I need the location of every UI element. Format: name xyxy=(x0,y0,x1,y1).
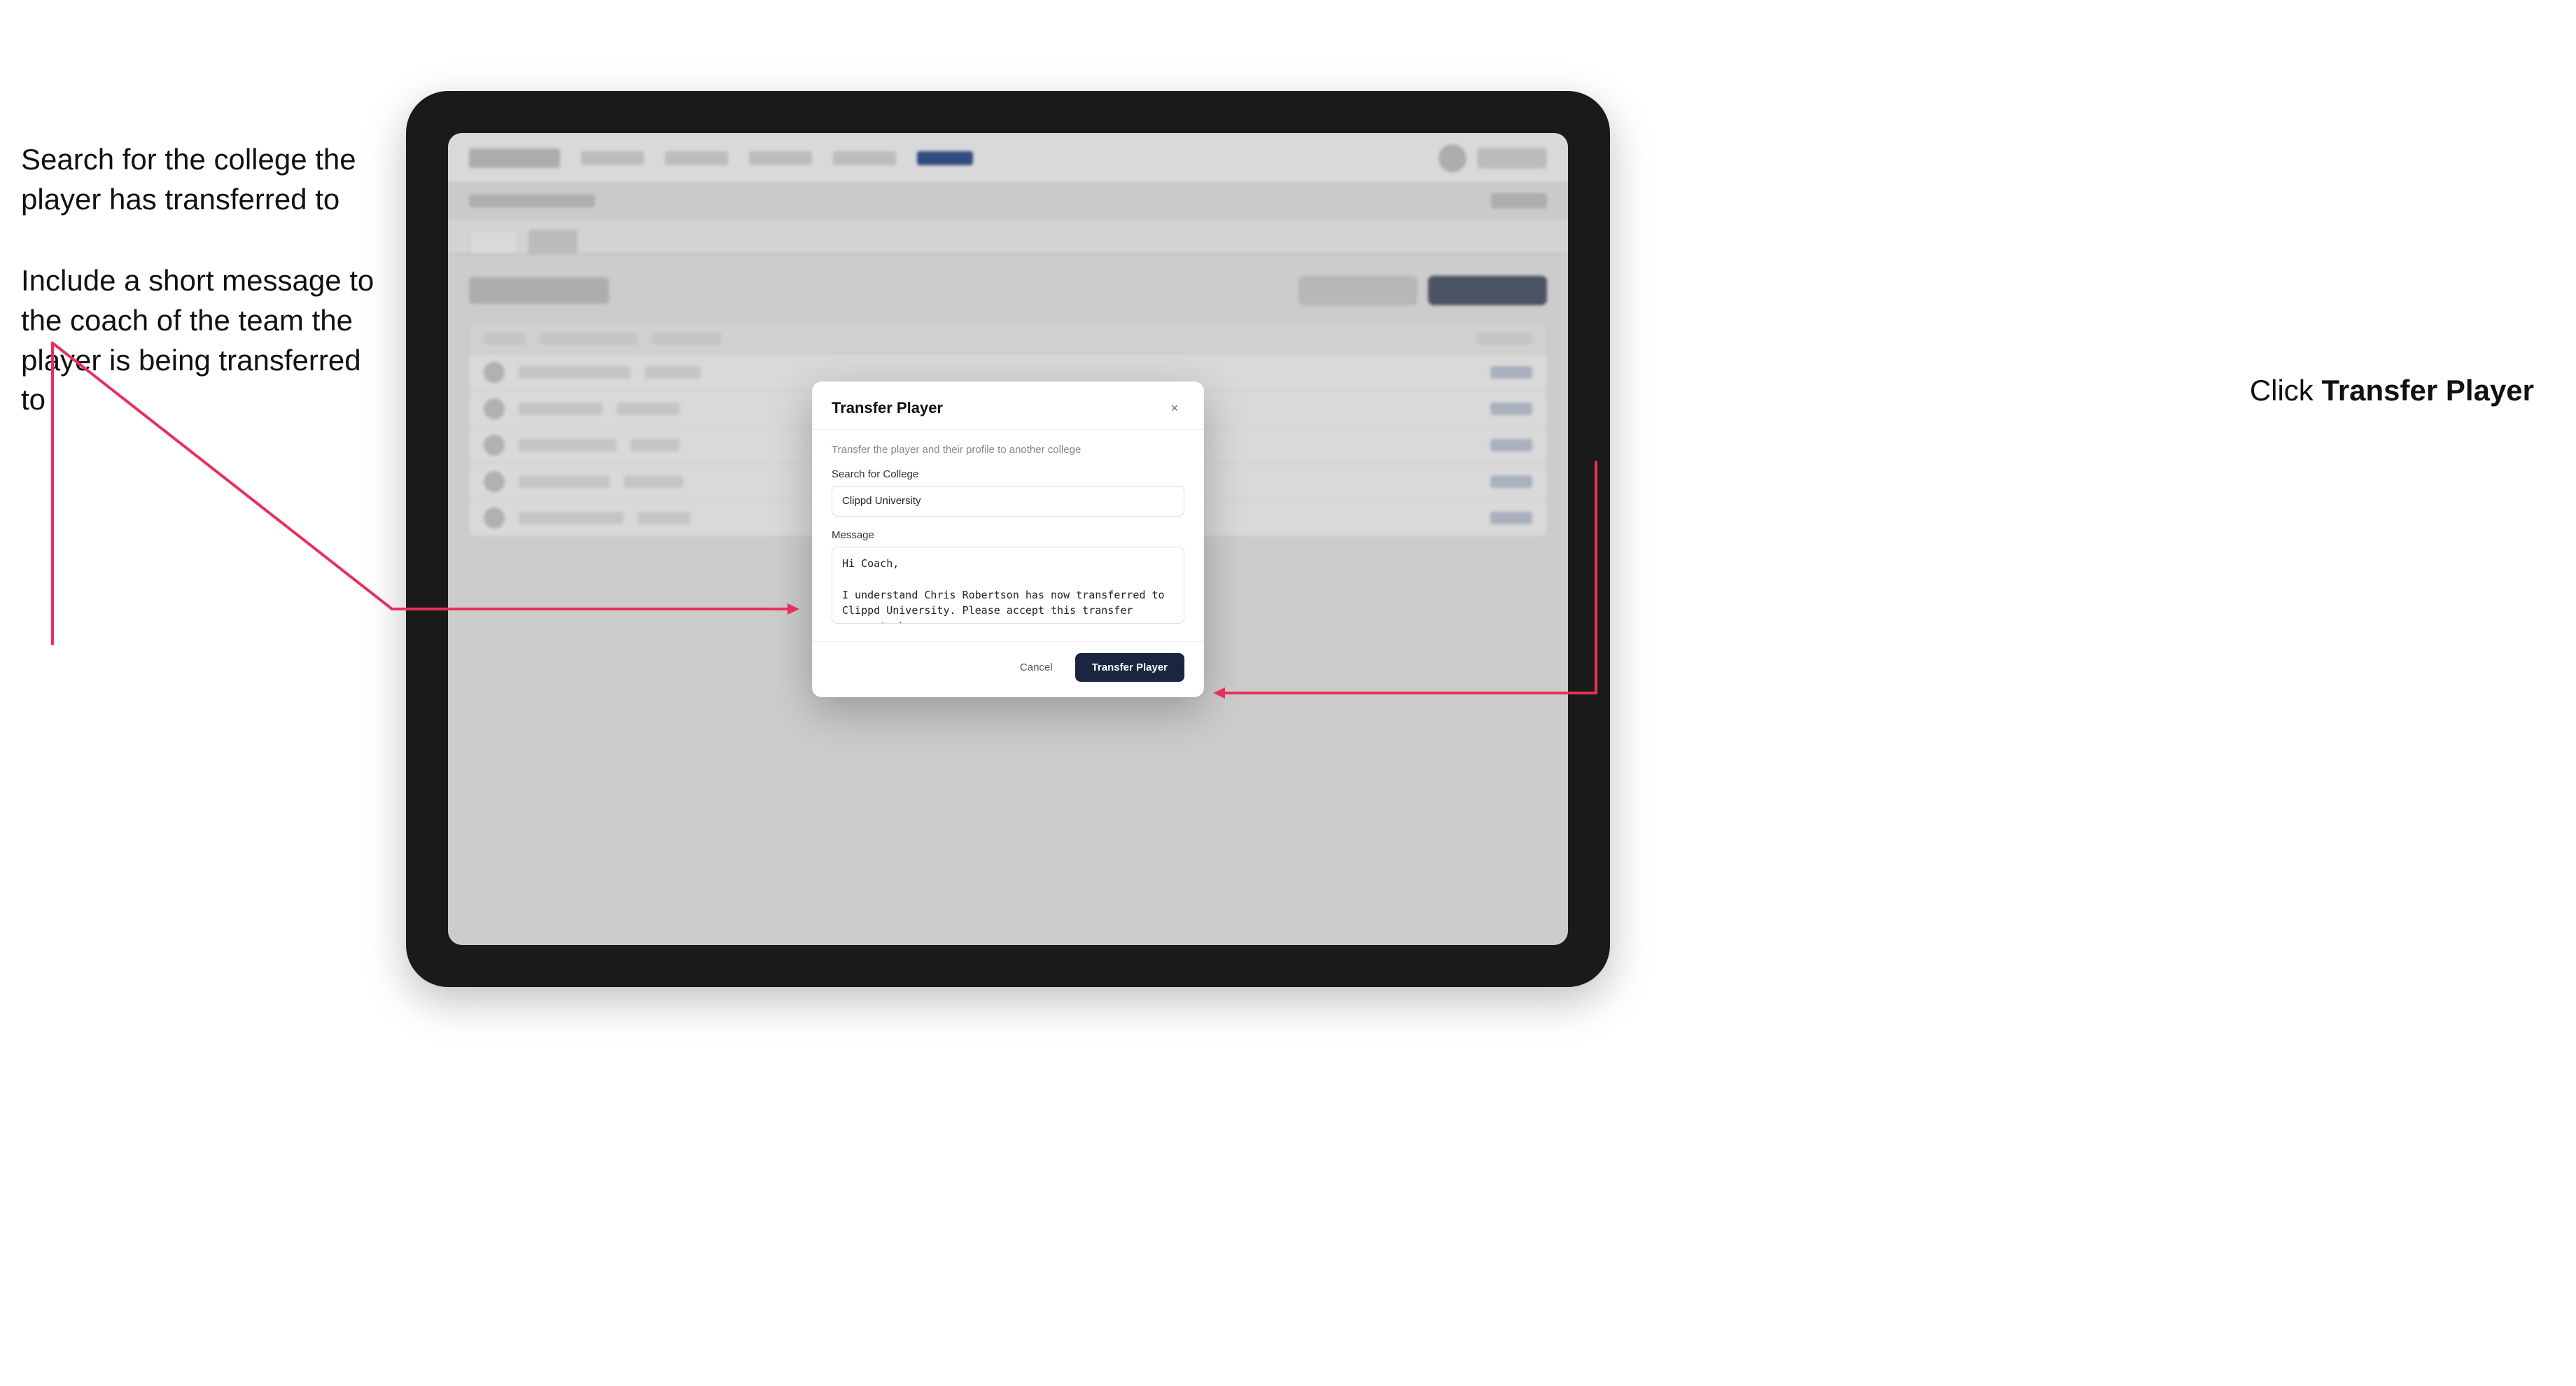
modal-body: Transfer the player and their profile to… xyxy=(812,430,1204,641)
tablet-screen: Transfer Player × Transfer the player an… xyxy=(448,133,1568,945)
message-label: Message xyxy=(832,529,1184,541)
search-college-label: Search for College xyxy=(832,468,1184,480)
tablet-device: Transfer Player × Transfer the player an… xyxy=(406,91,1610,987)
cancel-button[interactable]: Cancel xyxy=(1009,654,1064,680)
transfer-player-modal: Transfer Player × Transfer the player an… xyxy=(812,382,1204,697)
modal-close-button[interactable]: × xyxy=(1165,398,1184,418)
transfer-player-button[interactable]: Transfer Player xyxy=(1075,653,1184,682)
message-textarea[interactable]: Hi Coach, I understand Chris Robertson h… xyxy=(832,547,1184,624)
modal-footer: Cancel Transfer Player xyxy=(812,641,1204,697)
modal-subtitle: Transfer the player and their profile to… xyxy=(832,444,1184,456)
annotation-left-area: Search for the college the player has tr… xyxy=(21,140,385,462)
annotation-click-text: Click Transfer Player xyxy=(2250,371,2534,411)
modal-overlay: Transfer Player × Transfer the player an… xyxy=(448,133,1568,945)
annotation-right-area: Click Transfer Player xyxy=(2250,371,2534,411)
search-college-input[interactable] xyxy=(832,486,1184,517)
modal-header: Transfer Player × xyxy=(812,382,1204,430)
modal-title: Transfer Player xyxy=(832,399,943,417)
annotation-message-text: Include a short message to the coach of … xyxy=(21,261,385,420)
annotation-search-text: Search for the college the player has tr… xyxy=(21,140,385,219)
